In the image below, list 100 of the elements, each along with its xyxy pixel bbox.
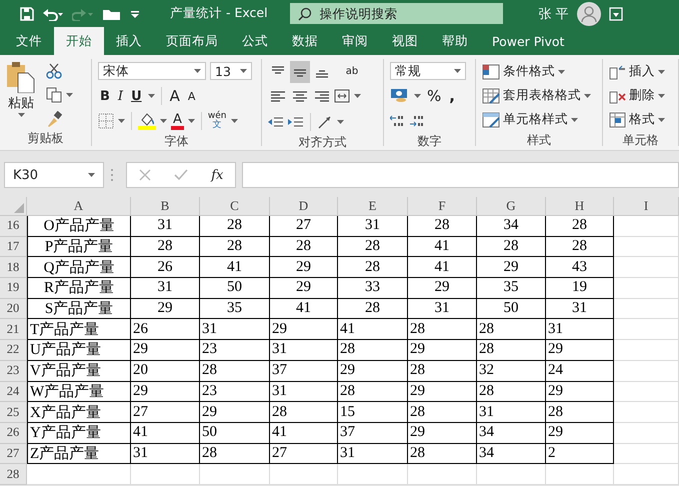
row-header[interactable]: 19: [0, 278, 27, 299]
italic-button[interactable]: I: [116, 88, 126, 104]
caret-icon[interactable]: [240, 69, 247, 73]
row-header[interactable]: 22: [0, 340, 27, 361]
column-header[interactable]: A: [27, 197, 131, 216]
row-header[interactable]: 25: [0, 402, 27, 423]
customize-icon[interactable]: [130, 8, 140, 18]
formula-field[interactable]: [242, 162, 679, 188]
brush-icon[interactable]: [46, 111, 62, 127]
style-menu-button[interactable]: 条件格式: [482, 61, 596, 82]
menu-tab[interactable]: 数据: [280, 27, 330, 55]
style-menu-button[interactable]: 套用表格格式: [482, 85, 596, 106]
row-header[interactable]: 24: [0, 382, 27, 402]
wrap-text-button[interactable]: ab: [334, 67, 370, 77]
menu-tab[interactable]: 开始: [54, 27, 104, 55]
fill-color-icon[interactable]: [138, 112, 156, 130]
copy-icon[interactable]: [46, 87, 62, 103]
caret-icon[interactable]: [18, 113, 24, 117]
ribbon-display-icon[interactable]: [608, 6, 623, 20]
column-header[interactable]: B: [131, 197, 200, 216]
menu-tab[interactable]: 帮助: [430, 27, 480, 55]
menu-tab[interactable]: 插入: [104, 27, 154, 55]
check-icon[interactable]: [174, 169, 188, 181]
paste-button[interactable]: 粘贴: [6, 61, 36, 128]
menu-tab[interactable]: 审阅: [330, 27, 380, 55]
caret-icon[interactable]: [571, 118, 578, 122]
caret-icon[interactable]: [160, 119, 167, 123]
conditional-format-icon: [482, 64, 500, 80]
font-size-field[interactable]: 13: [210, 62, 252, 80]
caret-icon[interactable]: [148, 94, 155, 98]
menu-tab[interactable]: 页面布局: [154, 27, 230, 55]
column-header[interactable]: F: [408, 197, 477, 216]
row-header[interactable]: 21: [0, 319, 27, 340]
caret-icon[interactable]: [118, 119, 125, 123]
column-header[interactable]: H: [546, 197, 614, 216]
increase-decimal-icon[interactable]: [390, 114, 406, 128]
font-name-field[interactable]: 宋体: [98, 62, 206, 80]
avatar-icon[interactable]: [576, 2, 601, 26]
insert-function-button[interactable]: fx: [211, 168, 224, 182]
menu-tab[interactable]: 视图: [380, 27, 430, 55]
caret-icon[interactable]: [454, 69, 461, 73]
scissors-icon[interactable]: [46, 63, 62, 79]
row-header[interactable]: 16: [0, 216, 27, 237]
caret-icon[interactable]: [194, 69, 201, 73]
caret-icon[interactable]: [558, 70, 565, 74]
row-header[interactable]: 17: [0, 236, 27, 258]
caret-icon[interactable]: [354, 94, 361, 98]
cells-menu-button[interactable]: 插入: [609, 61, 672, 82]
borders-icon[interactable]: [98, 113, 114, 129]
column-header[interactable]: D: [270, 197, 338, 216]
number-format-field[interactable]: 常规: [390, 62, 466, 80]
caret-icon[interactable]: [66, 93, 73, 97]
column-header[interactable]: G: [477, 197, 546, 216]
font-color-button[interactable]: A: [171, 112, 184, 130]
row-header[interactable]: 27: [0, 444, 27, 464]
decrease-indent-icon[interactable]: [268, 116, 284, 128]
search-field[interactable]: 操作说明搜索: [290, 3, 503, 24]
name-box[interactable]: K30: [4, 162, 104, 188]
caret-icon[interactable]: [230, 119, 238, 123]
phonetic-button[interactable]: wén 文: [208, 112, 227, 130]
row-header[interactable]: 28: [0, 464, 27, 485]
caret-icon[interactable]: [88, 173, 95, 177]
cells-menu-button[interactable]: 格式: [609, 109, 672, 130]
column-header[interactable]: C: [200, 197, 270, 216]
caret-icon[interactable]: [337, 120, 344, 124]
menu-tab[interactable]: 文件: [4, 27, 54, 55]
menu-tab[interactable]: Power Pivot: [480, 27, 576, 55]
align-middle-button[interactable]: [290, 61, 310, 83]
table-cell: 28: [546, 236, 614, 258]
caret-icon[interactable]: [188, 119, 195, 123]
decrease-decimal-icon[interactable]: [410, 114, 426, 128]
row-header[interactable]: 26: [0, 422, 27, 444]
caret-icon[interactable]: [414, 94, 421, 98]
row-header[interactable]: 20: [0, 298, 27, 320]
bold-button[interactable]: B: [98, 88, 112, 104]
increase-indent-icon[interactable]: [288, 116, 304, 128]
grow-font-button[interactable]: A: [168, 87, 182, 105]
search-input[interactable]: 操作说明搜索: [318, 5, 482, 22]
undo-icon[interactable]: [42, 6, 64, 20]
merge-icon[interactable]: [334, 89, 350, 103]
percent-button[interactable]: %: [425, 87, 444, 105]
shrink-font-button[interactable]: A: [186, 90, 198, 102]
style-menu-button[interactable]: 单元格样式: [482, 109, 596, 130]
caret-icon[interactable]: [584, 94, 591, 98]
underline-button[interactable]: U: [129, 88, 144, 104]
menu-tab[interactable]: 公式: [230, 27, 280, 55]
comma-button[interactable]: ,: [447, 87, 457, 105]
caret-icon[interactable]: [658, 118, 665, 122]
table-cell: 28: [546, 402, 614, 423]
row-header[interactable]: 18: [0, 257, 27, 278]
column-header[interactable]: E: [338, 197, 408, 216]
caret-icon[interactable]: [658, 70, 665, 74]
save-icon[interactable]: [20, 6, 34, 20]
row-header[interactable]: 23: [0, 360, 27, 382]
orientation-icon[interactable]: [317, 115, 333, 129]
caret-icon[interactable]: [658, 94, 665, 98]
currency-icon[interactable]: [390, 88, 410, 104]
column-header[interactable]: I: [614, 197, 679, 216]
grip-icon[interactable]: [110, 168, 114, 182]
cells-menu-button[interactable]: 删除: [609, 85, 672, 106]
